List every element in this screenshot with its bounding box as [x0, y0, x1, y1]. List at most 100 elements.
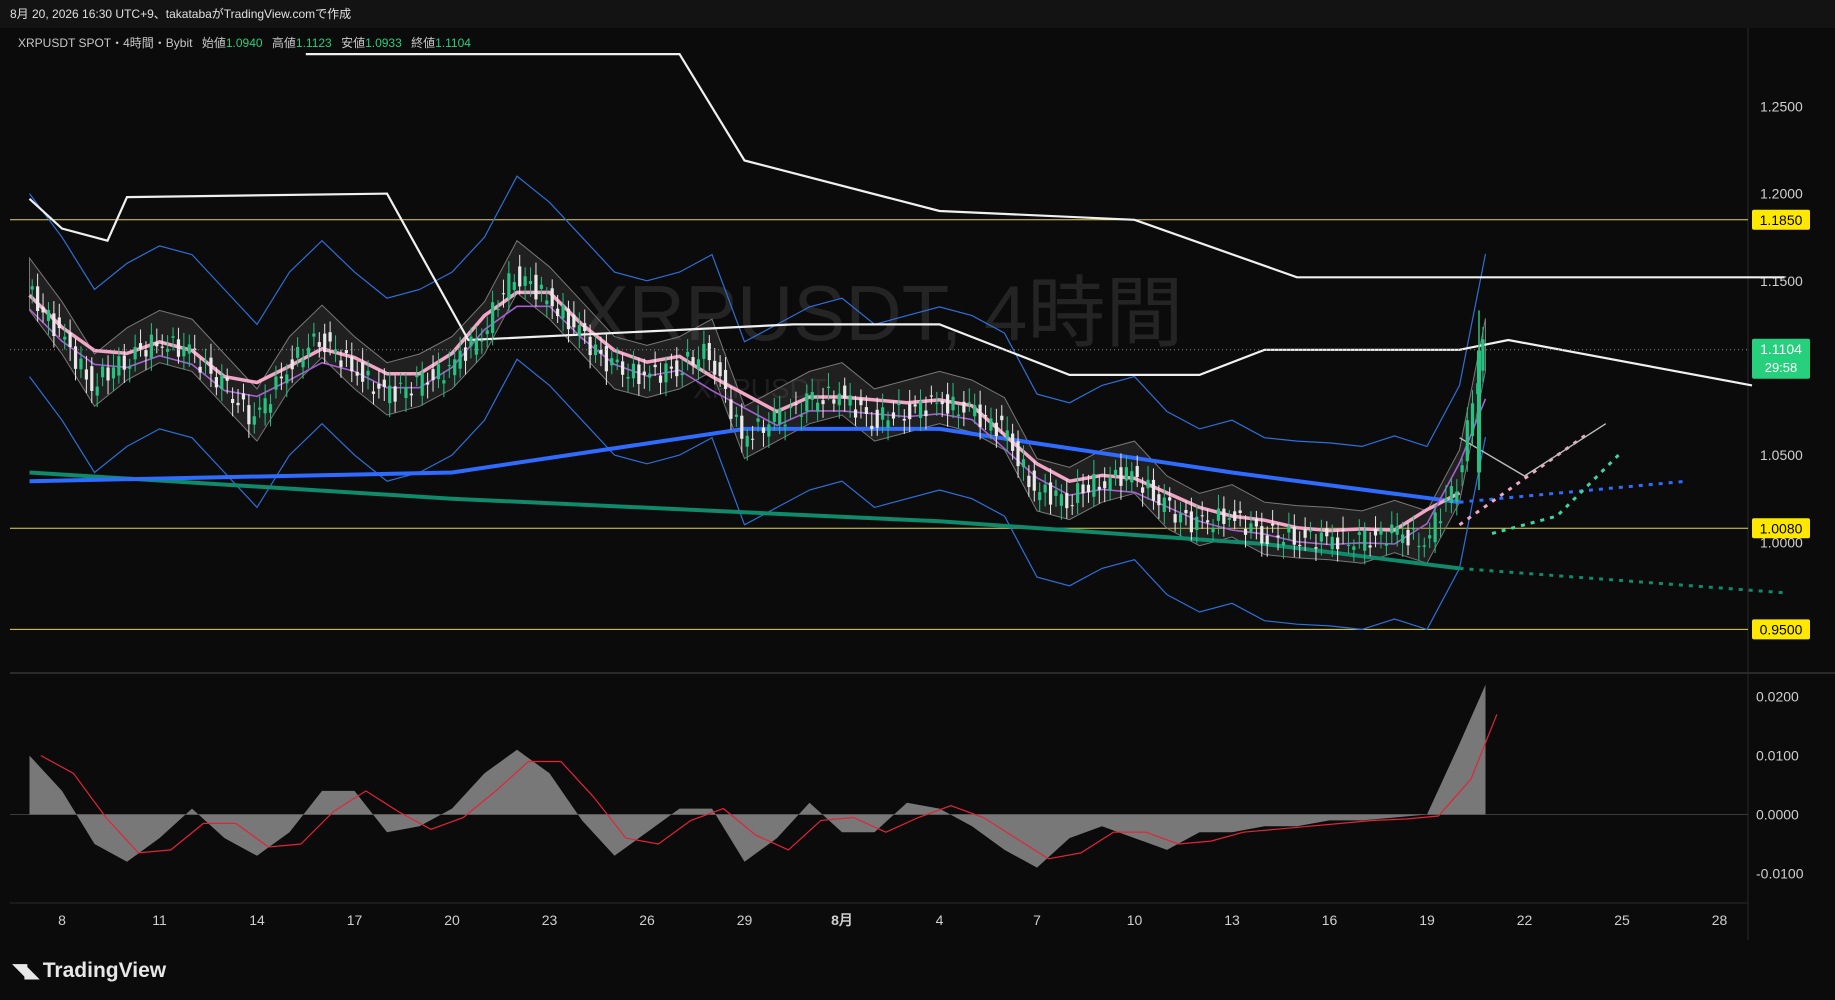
candle-body	[545, 300, 549, 305]
candle-body	[279, 376, 283, 379]
candle-body	[30, 286, 34, 290]
candle-body	[572, 314, 576, 328]
candle-body	[1292, 527, 1296, 545]
time-tick-label: 4	[936, 912, 944, 928]
candle-body	[1076, 483, 1080, 504]
candle-body	[1222, 508, 1226, 524]
candle-body	[1243, 528, 1248, 535]
candle-body	[913, 404, 917, 407]
candle-body	[994, 422, 998, 437]
candle-body	[669, 366, 673, 369]
candle-body	[447, 365, 451, 367]
candle-body	[1092, 473, 1096, 497]
candle-body	[1346, 544, 1351, 546]
candle-body	[897, 403, 901, 406]
candle-body	[1054, 490, 1058, 496]
candle-body	[431, 369, 435, 381]
candle-body	[1384, 543, 1388, 546]
candle-body	[951, 396, 955, 411]
tradingview-logo-icon: ◥◣	[12, 960, 40, 982]
time-tick-label: 13	[1224, 912, 1240, 928]
candle-body	[344, 349, 348, 354]
candle-body	[355, 371, 359, 376]
candle-body	[241, 393, 246, 400]
candle-body	[1043, 484, 1047, 493]
time-tick-label: 16	[1322, 912, 1338, 928]
candle-body	[1314, 547, 1318, 549]
candle-body	[1341, 529, 1345, 531]
candle-body	[485, 330, 489, 335]
candle-body	[805, 393, 809, 412]
candle-body	[176, 339, 181, 357]
candle-body	[1016, 441, 1020, 467]
candle-body	[821, 400, 825, 405]
price-axis-background	[1748, 28, 1835, 940]
candle-body	[209, 357, 213, 374]
candle-body	[41, 306, 45, 313]
candle-body	[1000, 415, 1004, 421]
price-chart[interactable]: XRPUSDT, 4時間XRPUSDT1.25001.20001.15001.0…	[0, 28, 1835, 940]
candle-body	[1081, 484, 1085, 494]
candle-body	[1336, 537, 1340, 550]
candle-body	[1238, 510, 1242, 513]
candle-body	[1444, 498, 1448, 502]
candle-body	[296, 347, 300, 358]
candle-body	[149, 334, 153, 359]
current-price-label: 1.1104	[1760, 341, 1802, 357]
candle-body	[350, 356, 354, 372]
candle-body	[79, 358, 83, 370]
candle-body	[956, 414, 961, 416]
candle-body	[306, 347, 311, 355]
candle-body	[637, 364, 641, 385]
candle-body	[702, 343, 706, 359]
candle-body	[848, 395, 852, 406]
candle-body	[561, 305, 565, 319]
candle-body	[317, 342, 321, 347]
candle-body	[90, 366, 94, 391]
candle-body	[707, 343, 711, 361]
candle-body	[723, 369, 728, 389]
candle-body	[1070, 505, 1074, 507]
candle-body	[453, 359, 457, 376]
candle-body	[144, 350, 148, 357]
chart-area[interactable]: XRPUSDT, 4時間 XRPUSDT 1.2500 1.2000 1.1500 1.0…	[0, 28, 1835, 940]
candle-body	[1481, 339, 1485, 371]
candle-body	[1200, 515, 1204, 517]
candle-body	[480, 340, 484, 342]
tradingview-brand[interactable]: ◥◣ TradingView	[12, 958, 166, 983]
candle-body	[1130, 471, 1134, 483]
candle-body	[1276, 535, 1280, 538]
candle-body	[225, 377, 229, 381]
candle-body	[312, 333, 316, 337]
candle-body	[1470, 403, 1475, 437]
time-tick-label: 14	[249, 912, 265, 928]
candle-body	[1195, 516, 1199, 531]
candle-body	[377, 383, 381, 389]
osc-tick-label: 0.0000	[1756, 807, 1799, 823]
time-tick-label: 20	[444, 912, 460, 928]
candle-body	[458, 350, 462, 369]
candle-body	[875, 409, 879, 428]
candle-body	[268, 404, 273, 413]
candle-body	[1206, 520, 1210, 523]
candle-body	[1178, 513, 1183, 523]
level-badge-label: 0.9500	[1760, 621, 1803, 637]
candle-body	[751, 438, 755, 440]
price-tick-label: 1.2000	[1760, 186, 1803, 202]
candle-body	[691, 357, 695, 365]
candle-body	[810, 391, 814, 400]
candle-body	[989, 418, 993, 431]
candle-body	[328, 332, 332, 342]
candle-body	[816, 402, 820, 412]
candle-body	[864, 407, 868, 414]
candle-body	[826, 386, 831, 389]
candle-body	[1390, 524, 1394, 534]
candle-body	[1146, 479, 1150, 489]
candle-body	[507, 273, 511, 299]
candle-body	[1330, 536, 1334, 550]
candle-body	[935, 402, 939, 404]
candle-body	[1455, 491, 1459, 502]
candle-body	[274, 376, 278, 390]
candle-body	[1233, 511, 1237, 521]
candle-body	[1363, 530, 1367, 551]
